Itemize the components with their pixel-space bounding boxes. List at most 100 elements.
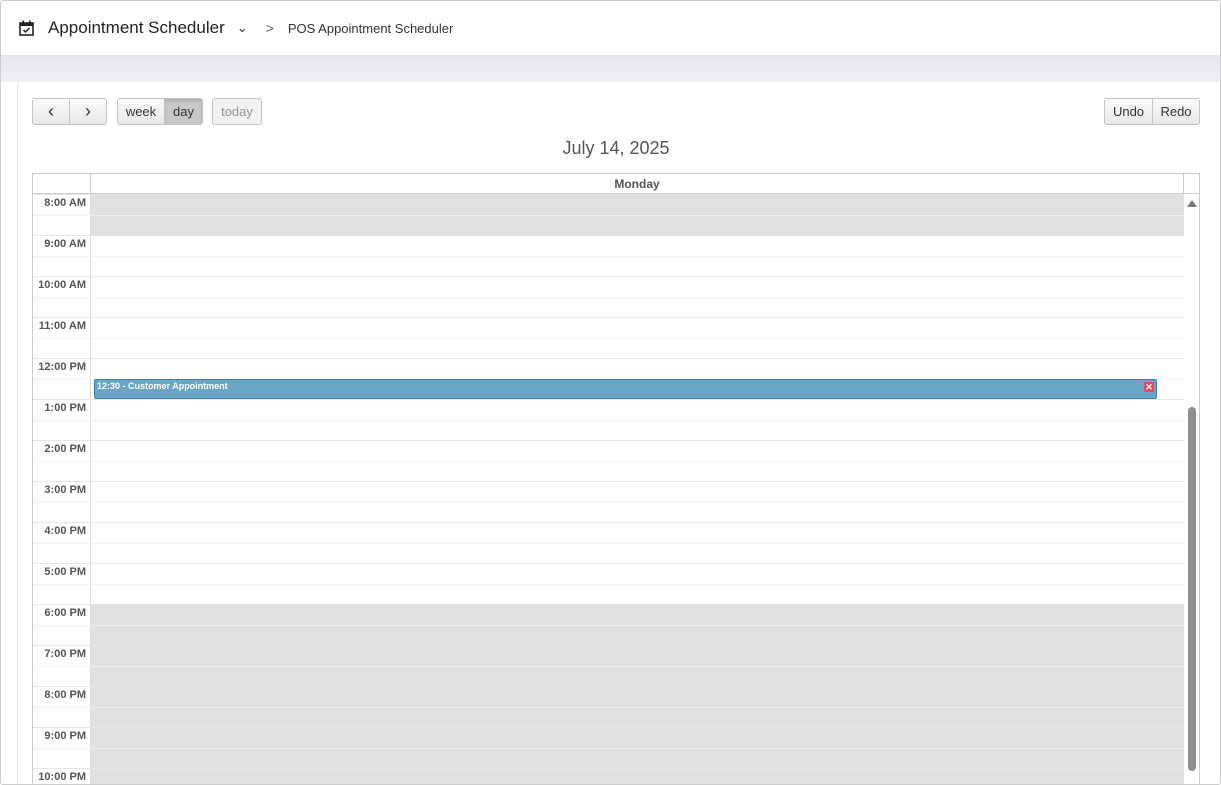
axis-header bbox=[33, 174, 91, 193]
time-slot[interactable]: 11:00 AM bbox=[33, 317, 1184, 338]
slot-cell[interactable] bbox=[91, 318, 1184, 338]
header-band bbox=[1, 56, 1220, 82]
breadcrumb-separator-icon: > bbox=[265, 20, 274, 36]
slot-cell[interactable] bbox=[91, 236, 1184, 256]
app-window: Appointment Scheduler ⌄ > POS Appointmen… bbox=[0, 0, 1221, 785]
time-slot[interactable] bbox=[33, 706, 1184, 727]
time-slot[interactable]: 8:00 AM bbox=[33, 194, 1184, 215]
scrollbar-thumb[interactable] bbox=[1188, 407, 1196, 771]
slot-cell[interactable] bbox=[91, 625, 1184, 645]
time-label: 4:00 PM bbox=[33, 523, 91, 543]
slot-cell[interactable] bbox=[91, 544, 1184, 564]
time-axis-cell bbox=[33, 502, 91, 522]
day-calendar: Monday 8:00 AM 9:00 AM 10:00 AM 11:00 AM 12:… bbox=[32, 173, 1200, 784]
slot-cell[interactable] bbox=[91, 257, 1184, 277]
time-label: 9:00 PM bbox=[33, 728, 91, 748]
time-slot[interactable]: 7:00 PM bbox=[33, 645, 1184, 666]
time-axis-cell bbox=[33, 215, 91, 235]
calendar-check-icon bbox=[19, 20, 34, 36]
time-label: 5:00 PM bbox=[33, 564, 91, 584]
slot-cell[interactable] bbox=[91, 605, 1184, 625]
time-slot[interactable] bbox=[33, 542, 1184, 564]
slot-cell[interactable] bbox=[91, 359, 1184, 379]
time-slot[interactable] bbox=[33, 583, 1184, 605]
time-label: 3:00 PM bbox=[33, 482, 91, 502]
chevron-down-icon[interactable]: ⌄ bbox=[237, 20, 248, 36]
slot-cell[interactable] bbox=[91, 666, 1184, 686]
time-slot[interactable] bbox=[33, 214, 1184, 235]
time-slot[interactable] bbox=[33, 665, 1184, 686]
delete-event-icon[interactable]: ✕ bbox=[1144, 381, 1154, 392]
chevron-left-icon: ‹ bbox=[48, 101, 54, 121]
week-view-button[interactable]: week bbox=[117, 98, 165, 125]
time-slot[interactable]: 1:00 PM bbox=[33, 399, 1184, 420]
time-label: 11:00 AM bbox=[33, 318, 91, 338]
slot-cell[interactable] bbox=[91, 400, 1184, 420]
slot-cell[interactable] bbox=[91, 277, 1184, 297]
app-title[interactable]: Appointment Scheduler bbox=[48, 18, 225, 38]
slot-cell[interactable] bbox=[91, 728, 1184, 748]
time-label: 12:00 PM bbox=[33, 359, 91, 379]
slot-cell[interactable] bbox=[91, 769, 1184, 784]
breadcrumb[interactable]: POS Appointment Scheduler bbox=[288, 21, 454, 36]
time-slot[interactable]: 9:00 AM bbox=[33, 235, 1184, 256]
redo-button[interactable]: Redo bbox=[1152, 98, 1200, 125]
time-label: 7:00 PM bbox=[33, 646, 91, 666]
time-slot[interactable]: 10:00 AM bbox=[33, 276, 1184, 297]
slot-cell[interactable] bbox=[91, 195, 1184, 215]
time-slot[interactable]: 9:00 PM bbox=[33, 727, 1184, 748]
slot-cell[interactable] bbox=[91, 687, 1184, 707]
slot-cell[interactable] bbox=[91, 564, 1184, 584]
day-view-button[interactable]: day bbox=[164, 98, 203, 125]
time-slot[interactable] bbox=[33, 337, 1184, 359]
time-axis-cell bbox=[33, 379, 91, 399]
slot-cell[interactable] bbox=[91, 646, 1184, 666]
time-axis-cell bbox=[33, 543, 91, 563]
slot-cell[interactable] bbox=[91, 482, 1184, 502]
slot-cell[interactable] bbox=[91, 441, 1184, 461]
time-label: 8:00 PM bbox=[33, 687, 91, 707]
time-slot[interactable] bbox=[33, 460, 1184, 482]
scrollbar-header bbox=[1184, 174, 1199, 193]
time-axis-cell bbox=[33, 748, 91, 768]
time-slot[interactable] bbox=[33, 624, 1184, 645]
time-slot[interactable]: 12:00 PM bbox=[33, 358, 1184, 379]
time-slot[interactable]: 3:00 PM bbox=[33, 481, 1184, 502]
scroll-up-icon[interactable] bbox=[1187, 200, 1197, 207]
slot-cell[interactable] bbox=[91, 585, 1184, 605]
prev-button[interactable]: ‹ bbox=[32, 98, 70, 125]
time-slot[interactable]: 5:00 PM bbox=[33, 563, 1184, 584]
time-axis-cell bbox=[33, 666, 91, 686]
time-axis-cell bbox=[33, 420, 91, 440]
time-slot[interactable] bbox=[33, 255, 1184, 277]
time-slot[interactable]: 8:00 PM bbox=[33, 686, 1184, 707]
slot-cell[interactable] bbox=[91, 523, 1184, 543]
slot-cell[interactable] bbox=[91, 462, 1184, 482]
slot-cell[interactable] bbox=[91, 339, 1184, 359]
slot-cell[interactable] bbox=[91, 707, 1184, 727]
slot-cell[interactable] bbox=[91, 748, 1184, 768]
top-bar: Appointment Scheduler ⌄ > POS Appointmen… bbox=[1, 1, 1220, 56]
slot-cell[interactable] bbox=[91, 421, 1184, 441]
time-slot[interactable]: 4:00 PM bbox=[33, 522, 1184, 543]
next-button[interactable]: › bbox=[69, 98, 107, 125]
time-slot[interactable]: 2:00 PM bbox=[33, 440, 1184, 461]
time-slot[interactable]: 6:00 PM bbox=[33, 604, 1184, 625]
event-customer-appointment[interactable]: 12:30 - Customer Appointment ✕ bbox=[94, 378, 1157, 399]
time-axis-cell bbox=[33, 461, 91, 481]
today-button[interactable]: today bbox=[212, 98, 262, 125]
time-label: 8:00 AM bbox=[33, 195, 91, 215]
time-slot[interactable] bbox=[33, 747, 1184, 768]
time-slot[interactable] bbox=[33, 419, 1184, 441]
calendar-title: July 14, 2025 bbox=[562, 138, 670, 158]
time-slot[interactable]: 10:00 PM bbox=[33, 768, 1184, 784]
time-slot[interactable] bbox=[33, 501, 1184, 523]
time-grid[interactable]: 8:00 AM 9:00 AM 10:00 AM 11:00 AM 12:00 PM 1:… bbox=[33, 194, 1184, 784]
scrollbar[interactable] bbox=[1184, 194, 1199, 784]
slot-cell[interactable] bbox=[91, 215, 1184, 235]
undo-button[interactable]: Undo bbox=[1104, 98, 1153, 125]
slot-cell[interactable] bbox=[91, 298, 1184, 318]
slot-cell[interactable] bbox=[91, 503, 1184, 523]
chevron-right-icon: › bbox=[85, 101, 91, 121]
time-slot[interactable] bbox=[33, 296, 1184, 318]
